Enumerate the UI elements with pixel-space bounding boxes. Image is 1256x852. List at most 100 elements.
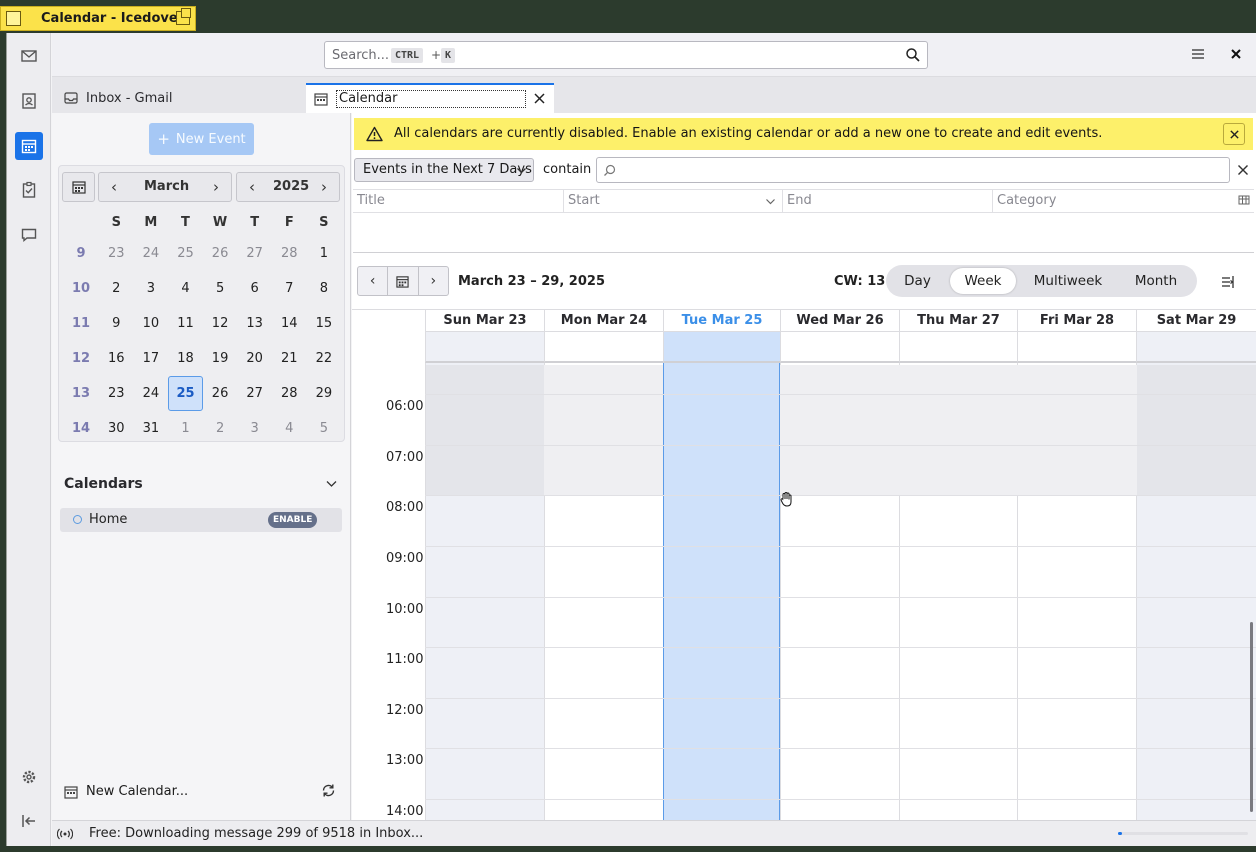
mini-month-day[interactable]: 22 — [307, 341, 342, 376]
column-end[interactable]: End — [783, 190, 993, 212]
clear-filter-icon[interactable] — [1237, 164, 1249, 176]
mini-month-day[interactable]: 15 — [307, 306, 342, 341]
mini-month-day[interactable]: 27 — [237, 236, 272, 271]
view-day-tab[interactable]: Day — [891, 268, 944, 294]
mini-month-day[interactable]: 5 — [203, 271, 238, 306]
event-filter-select[interactable]: Events in the Next 7 Days — [354, 158, 534, 182]
global-search-input[interactable]: Search... CTRL + K — [324, 41, 928, 69]
day-header[interactable]: Wed Mar 26 — [780, 310, 899, 332]
next-year-button[interactable]: › — [309, 173, 339, 201]
mini-month-day[interactable]: 25 — [168, 236, 203, 271]
mini-month-day[interactable]: 18 — [168, 341, 203, 376]
allday-cell[interactable] — [780, 332, 899, 363]
mini-month-day[interactable]: 28 — [272, 376, 307, 411]
mini-month-day[interactable]: 26 — [203, 376, 238, 411]
mini-month-day[interactable]: 3 — [237, 411, 272, 446]
allday-cell[interactable] — [425, 332, 544, 363]
online-status-icon[interactable] — [57, 827, 73, 841]
sync-icon[interactable] — [320, 782, 337, 799]
day-header[interactable]: Mon Mar 24 — [544, 310, 663, 332]
mini-month-day[interactable]: 21 — [272, 341, 307, 376]
allday-cell[interactable] — [1017, 332, 1136, 363]
allday-cell[interactable] — [663, 332, 780, 363]
mini-month-day[interactable]: 31 — [134, 411, 169, 446]
column-title[interactable]: Title — [353, 190, 564, 212]
day-header[interactable]: Sun Mar 23 — [425, 310, 544, 332]
window-close-icon[interactable] — [1228, 46, 1244, 62]
search-icon[interactable] — [905, 47, 921, 63]
column-start[interactable]: Start — [564, 190, 783, 212]
window-maximize-icon[interactable] — [176, 8, 191, 25]
mini-month-day[interactable]: 26 — [203, 236, 238, 271]
tab-close-icon[interactable] — [533, 92, 546, 105]
view-options-icon[interactable] — [1221, 275, 1235, 289]
mini-month-day[interactable]: 14 — [272, 306, 307, 341]
address-book-space-button[interactable] — [15, 87, 43, 115]
mini-month-day[interactable]: 4 — [168, 271, 203, 306]
mini-month-day[interactable]: 29 — [307, 376, 342, 411]
today-button[interactable] — [388, 267, 419, 295]
mini-month-day[interactable]: 23 — [99, 236, 134, 271]
vertical-scrollbar[interactable] — [1250, 622, 1253, 812]
app-menu-icon[interactable] — [1190, 46, 1206, 62]
notice-close-button[interactable] — [1223, 123, 1245, 145]
chat-space-button[interactable] — [15, 221, 43, 249]
mini-month-day[interactable]: 27 — [237, 376, 272, 411]
calendar-list-item-home[interactable]: Home ENABLE — [60, 508, 342, 532]
allday-cell[interactable] — [1136, 332, 1256, 363]
mini-month-day[interactable]: 23 — [99, 376, 134, 411]
mini-month-day[interactable]: 10 — [134, 306, 169, 341]
prev-year-button[interactable]: ‹ — [237, 173, 267, 201]
mini-month-day[interactable]: 6 — [237, 271, 272, 306]
next-month-button[interactable]: › — [201, 173, 231, 201]
view-month-tab[interactable]: Month — [1120, 268, 1192, 294]
mini-month-year-label[interactable]: 2025 — [273, 179, 309, 194]
day-column-today[interactable] — [663, 363, 780, 820]
mini-month-day[interactable]: 30 — [99, 411, 134, 446]
mini-month-day[interactable]: 24 — [134, 376, 169, 411]
column-picker-icon[interactable] — [1238, 194, 1250, 206]
new-calendar-button[interactable]: New Calendar... — [64, 784, 188, 799]
day-header-today[interactable]: Tue Mar 25 — [663, 310, 780, 332]
prev-month-button[interactable]: ‹ — [99, 173, 129, 201]
view-week-tab[interactable]: Week — [950, 268, 1016, 294]
mini-month-day[interactable]: 28 — [272, 236, 307, 271]
next-week-button[interactable]: › — [419, 267, 448, 295]
mini-month-day[interactable]: 9 — [99, 306, 134, 341]
mini-month-day[interactable]: 17 — [134, 341, 169, 376]
mini-month-day[interactable]: 7 — [272, 271, 307, 306]
collapse-spaces-button[interactable] — [15, 807, 43, 835]
mini-month-day[interactable]: 5 — [307, 411, 342, 446]
mini-month-day[interactable]: 13 — [237, 306, 272, 341]
mini-month-day[interactable]: 2 — [99, 271, 134, 306]
mini-month-day[interactable]: 1 — [168, 411, 203, 446]
tasks-space-button[interactable] — [15, 176, 43, 204]
window-title-tab[interactable]: Calendar - Icedove — [0, 6, 196, 31]
settings-space-button[interactable] — [15, 763, 43, 791]
event-search-input[interactable] — [596, 157, 1230, 183]
mini-month-day[interactable]: 11 — [168, 306, 203, 341]
tab-inbox[interactable]: Inbox - Gmail — [56, 83, 304, 113]
window-menu-icon[interactable] — [6, 11, 21, 26]
mini-month-day[interactable]: 24 — [134, 236, 169, 271]
mini-month-day[interactable]: 2 — [203, 411, 238, 446]
column-category[interactable]: Category — [993, 190, 1254, 212]
enable-calendar-button[interactable]: ENABLE — [268, 512, 318, 528]
chevron-down-icon[interactable] — [325, 477, 338, 490]
mini-month-day[interactable]: 12 — [203, 306, 238, 341]
mini-month-month-label[interactable]: March — [144, 179, 189, 194]
mini-month-day[interactable]: 8 — [307, 271, 342, 306]
day-header[interactable]: Sat Mar 29 — [1136, 310, 1256, 332]
mini-month-today[interactable]: 25 — [168, 376, 203, 411]
view-multiweek-tab[interactable]: Multiweek — [1022, 268, 1114, 294]
day-header[interactable]: Thu Mar 27 — [899, 310, 1017, 332]
mail-space-button[interactable] — [15, 42, 43, 70]
tab-calendar[interactable]: Calendar — [306, 83, 554, 113]
allday-cell[interactable] — [544, 332, 663, 363]
mini-month-day[interactable]: 20 — [237, 341, 272, 376]
mini-month-day[interactable]: 1 — [307, 236, 342, 271]
calendar-space-button[interactable] — [15, 132, 43, 160]
mini-month-day[interactable]: 4 — [272, 411, 307, 446]
previous-week-button[interactable]: ‹ — [358, 267, 389, 295]
mini-month-day[interactable]: 3 — [134, 271, 169, 306]
